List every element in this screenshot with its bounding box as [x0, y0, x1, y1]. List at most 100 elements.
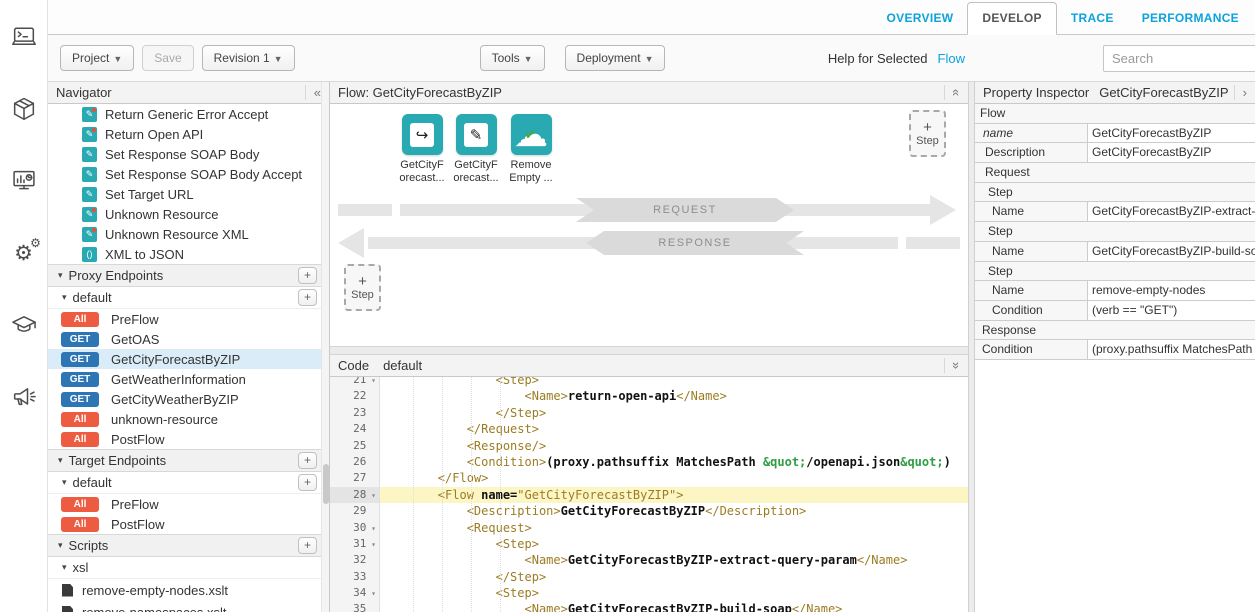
deployment-menu-button[interactable]: Deployment▼	[565, 45, 666, 71]
flow-canvas: ↪GetCityForecast...✎GetCityForecast...☁✔…	[330, 104, 968, 346]
sidebar-item-script-file[interactable]: remove-namespaces.xslt	[48, 601, 329, 612]
section-header-proxy-endpoints[interactable]: ▾Proxy Endpoints+	[48, 264, 329, 287]
sidebar-item-flow[interactable]: AllPreFlow	[48, 494, 329, 514]
fold-caret-icon[interactable]: ▾	[366, 540, 376, 549]
sidebar-item-policy[interactable]: ✎Set Response SOAP Body Accept	[48, 164, 329, 184]
add-button[interactable]: +	[298, 289, 317, 306]
add-step-button-response[interactable]: + Step	[344, 264, 381, 311]
section-header-scripts[interactable]: ▾Scripts+	[48, 534, 329, 557]
code-line[interactable]: <Name>GetCityForecastByZIP-extract-query…	[380, 552, 968, 568]
sidebar-item-flow[interactable]: AllPostFlow	[48, 514, 329, 534]
group-name: xsl	[73, 560, 89, 575]
sidebar-item-flow[interactable]: GETGetWeatherInformation	[48, 369, 329, 389]
tab-develop[interactable]: DEVELOP	[967, 2, 1056, 35]
policy-label: XML to JSON	[105, 247, 184, 262]
sidebar-item-policy[interactable]: ✎Set Target URL	[48, 184, 329, 204]
property-key: name	[975, 124, 1088, 143]
code-line[interactable]: </Request>	[380, 421, 968, 437]
collapse-right-icon[interactable]: ›	[1234, 85, 1247, 100]
sidebar-item-policy[interactable]: ()XML to JSON	[48, 244, 329, 264]
property-value[interactable]: GetCityForecastByZIP-extract-query-param	[1088, 202, 1255, 221]
search-input[interactable]	[1103, 45, 1255, 72]
fold-caret-icon[interactable]: ▾	[366, 524, 376, 533]
code-line[interactable]: <Name>return-open-api</Name>	[380, 388, 968, 404]
property-row: Condition(proxy.pathsuffix MatchesPath "…	[975, 340, 1255, 360]
code-line[interactable]: </Flow>	[380, 470, 968, 486]
code-line[interactable]: <Condition>(proxy.pathsuffix MatchesPath…	[380, 454, 968, 470]
flow-policy-node[interactable]: ↪GetCityForecast...	[392, 114, 452, 185]
fold-caret-icon[interactable]: ▾	[366, 589, 376, 598]
sidebar-item-flow[interactable]: GETGetCityWeatherByZIP	[48, 389, 329, 409]
fold-caret-icon[interactable]: ▾	[366, 377, 376, 385]
code-line[interactable]: <Flow name="GetCityForecastByZIP">	[380, 487, 968, 503]
add-button[interactable]: +	[298, 452, 317, 469]
code-line[interactable]: <Description>GetCityForecastByZIP</Descr…	[380, 503, 968, 519]
add-button[interactable]: +	[298, 474, 317, 491]
add-button[interactable]: +	[298, 537, 317, 554]
revision-menu-button[interactable]: Revision 1▼	[202, 45, 295, 71]
sidebar-item-flow[interactable]: GETGetCityForecastByZIP	[48, 349, 329, 369]
method-badge: GET	[61, 392, 99, 407]
tab-trace[interactable]: TRACE	[1057, 3, 1128, 34]
analytics-icon[interactable]	[9, 166, 39, 196]
section-header-target-endpoints[interactable]: ▾Target Endpoints+	[48, 449, 329, 472]
assign-message-icon: ✎	[82, 167, 97, 182]
graduation-cap-icon[interactable]	[9, 310, 39, 340]
navigator-header: Navigator «	[48, 82, 329, 104]
code-line[interactable]: <Step>	[380, 536, 968, 552]
terminal-icon[interactable]	[9, 22, 39, 52]
collapse-down-icon[interactable]: »	[944, 358, 960, 373]
code-line[interactable]: </Step>	[380, 405, 968, 421]
project-menu-button[interactable]: Project▼	[60, 45, 134, 71]
code-line[interactable]: <Step>	[380, 585, 968, 601]
horizontal-splitter[interactable]	[330, 346, 968, 355]
sidebar-item-policy[interactable]: ✎Return Generic Error Accept	[48, 104, 329, 124]
code-line[interactable]: <Name>GetCityForecastByZIP-build-soap</N…	[380, 601, 968, 612]
tab-performance[interactable]: PERFORMANCE	[1128, 3, 1253, 34]
property-value[interactable]: GetCityForecastByZIP-build-soap	[1088, 242, 1255, 261]
sidebar-item-flow[interactable]: GETGetOAS	[48, 329, 329, 349]
tools-menu-button[interactable]: Tools▼	[480, 45, 545, 71]
collapse-left-icon[interactable]: «	[305, 85, 321, 100]
package-icon[interactable]	[9, 94, 39, 124]
property-value[interactable]: (verb == "GET")	[1088, 301, 1255, 320]
megaphone-icon[interactable]	[9, 382, 39, 412]
help-flow-link[interactable]: Flow	[938, 51, 965, 66]
save-button[interactable]: Save	[142, 45, 193, 71]
left-icon-rail: ⚙⚙	[0, 0, 48, 612]
gears-icon[interactable]: ⚙⚙	[9, 238, 39, 268]
code-line[interactable]: <Response/>	[380, 438, 968, 454]
flow-policy-node[interactable]: ☁✔RemoveEmpty ...	[501, 114, 561, 185]
property-value[interactable]: GetCityForecastByZIP	[1088, 143, 1255, 162]
line-number-text: 34	[353, 586, 366, 599]
add-step-button-request[interactable]: + Step	[909, 110, 946, 157]
code-row: 21 ▾ <Step>	[330, 377, 968, 388]
property-value[interactable]: (proxy.pathsuffix MatchesPath "/c	[1088, 340, 1255, 359]
sidebar-item-policy[interactable]: ✎Unknown Resource XML	[48, 224, 329, 244]
add-button[interactable]: +	[298, 267, 317, 284]
flow-policy-node[interactable]: ✎GetCityForecast...	[446, 114, 506, 185]
group-row-default[interactable]: ▾default+	[48, 287, 329, 309]
group-row-default[interactable]: ▾default+	[48, 472, 329, 494]
sidebar-item-flow[interactable]: AllPreFlow	[48, 309, 329, 329]
property-value[interactable]: remove-empty-nodes	[1088, 281, 1255, 300]
code-line[interactable]: <Step>	[380, 377, 968, 388]
sidebar-item-policy[interactable]: ✎Set Response SOAP Body	[48, 144, 329, 164]
property-value[interactable]: GetCityForecastByZIP	[1088, 124, 1255, 143]
property-row: Nameremove-empty-nodes	[975, 281, 1255, 301]
code-line[interactable]: <Request>	[380, 520, 968, 536]
sidebar-item-policy[interactable]: ✎Return Open API	[48, 124, 329, 144]
code-line[interactable]: </Step>	[380, 569, 968, 585]
tab-overview[interactable]: OVERVIEW	[873, 3, 968, 34]
collapse-up-icon[interactable]: «	[944, 85, 960, 100]
sidebar-item-flow[interactable]: Allunknown-resource	[48, 409, 329, 429]
scrollbar-thumb[interactable]	[323, 464, 329, 504]
sidebar-item-flow[interactable]: AllPostFlow	[48, 429, 329, 449]
vertical-splitter[interactable]	[968, 82, 975, 612]
sidebar-item-script-file[interactable]: remove-empty-nodes.xslt	[48, 579, 329, 601]
navigator-scrollbar[interactable]	[321, 82, 329, 612]
group-row-xsl[interactable]: ▾xsl	[48, 557, 329, 579]
fold-caret-icon[interactable]: ▾	[366, 491, 376, 500]
code-editor[interactable]: 21 ▾ <Step>22 ▾ <Name>return-open-api</N…	[330, 377, 968, 612]
sidebar-item-policy[interactable]: ✎Unknown Resource	[48, 204, 329, 224]
